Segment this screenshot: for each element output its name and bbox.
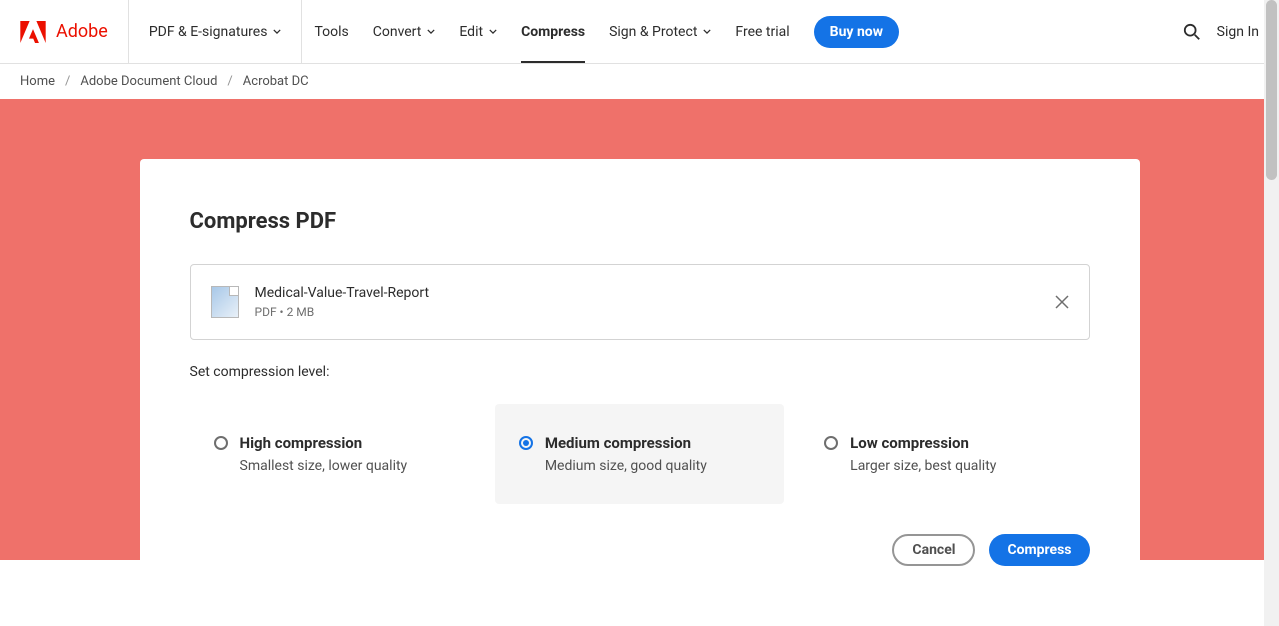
file-name: Medical-Value-Travel-Report (255, 285, 1039, 301)
option-high[interactable]: High compression Smallest size, lower qu… (190, 404, 479, 504)
nav-edit[interactable]: Edit (447, 0, 509, 63)
option-title: Medium compression (545, 434, 760, 452)
option-desc: Medium size, good quality (545, 458, 760, 474)
chevron-down-icon (273, 29, 281, 34)
option-low[interactable]: Low compression Larger size, best qualit… (800, 404, 1089, 504)
compression-options: High compression Smallest size, lower qu… (190, 404, 1090, 504)
sign-in-link[interactable]: Sign In (1217, 24, 1259, 40)
option-title: High compression (240, 434, 455, 452)
breadcrumb-home[interactable]: Home (20, 74, 55, 89)
option-medium[interactable]: Medium compression Medium size, good qua… (495, 404, 784, 504)
compression-label: Set compression level: (190, 364, 1090, 380)
header-right: Sign In (1183, 23, 1259, 41)
adobe-icon (20, 21, 46, 43)
file-meta: PDF • 2 MB (255, 305, 1039, 319)
option-title: Low compression (850, 434, 1065, 452)
compress-card: Compress PDF Medical-Value-Travel-Report… (140, 159, 1140, 616)
chevron-down-icon (427, 29, 435, 34)
file-icon (211, 286, 239, 318)
nav-tools[interactable]: Tools (302, 0, 360, 63)
logo-section[interactable]: Adobe (0, 0, 129, 63)
nav-pdf-esignatures[interactable]: PDF & E-signatures (129, 0, 303, 63)
buy-now-button[interactable]: Buy now (814, 16, 899, 48)
scrollbar[interactable] (1264, 0, 1279, 626)
compress-button[interactable]: Compress (989, 534, 1089, 566)
card-title: Compress PDF (190, 209, 1090, 234)
nav-menu: PDF & E-signatures Tools Convert Edit Co… (129, 0, 899, 63)
file-box: Medical-Value-Travel-Report PDF • 2 MB (190, 264, 1090, 340)
breadcrumb-doc-cloud[interactable]: Adobe Document Cloud (80, 74, 217, 89)
option-text: Medium compression Medium size, good qua… (545, 434, 760, 474)
option-desc: Larger size, best quality (850, 458, 1065, 474)
brand-text: Adobe (56, 21, 108, 42)
nav-compress[interactable]: Compress (509, 0, 597, 63)
nav-sign-protect[interactable]: Sign & Protect (597, 0, 723, 63)
scrollbar-thumb[interactable] (1266, 0, 1277, 180)
header: Adobe PDF & E-signatures Tools Convert E… (0, 0, 1279, 64)
adobe-logo: Adobe (20, 21, 108, 43)
nav-free-trial[interactable]: Free trial (723, 0, 801, 63)
option-text: High compression Smallest size, lower qu… (240, 434, 455, 474)
breadcrumb-separator: / (65, 74, 70, 89)
close-icon[interactable] (1055, 295, 1069, 309)
chevron-down-icon (703, 29, 711, 34)
option-desc: Smallest size, lower quality (240, 458, 455, 474)
radio-icon (214, 436, 228, 450)
search-icon[interactable] (1183, 23, 1201, 41)
file-info: Medical-Value-Travel-Report PDF • 2 MB (255, 285, 1039, 319)
radio-icon (824, 436, 838, 450)
breadcrumb-separator: / (227, 74, 232, 89)
breadcrumb: Home / Adobe Document Cloud / Acrobat DC (0, 64, 1279, 99)
breadcrumb-current: Acrobat DC (243, 74, 309, 89)
main-area: Compress PDF Medical-Value-Travel-Report… (0, 99, 1279, 626)
chevron-down-icon (489, 29, 497, 34)
option-text: Low compression Larger size, best qualit… (850, 434, 1065, 474)
radio-icon (519, 436, 533, 450)
nav-convert[interactable]: Convert (361, 0, 448, 63)
cancel-button[interactable]: Cancel (892, 534, 975, 566)
card-actions: Cancel Compress (190, 534, 1090, 566)
